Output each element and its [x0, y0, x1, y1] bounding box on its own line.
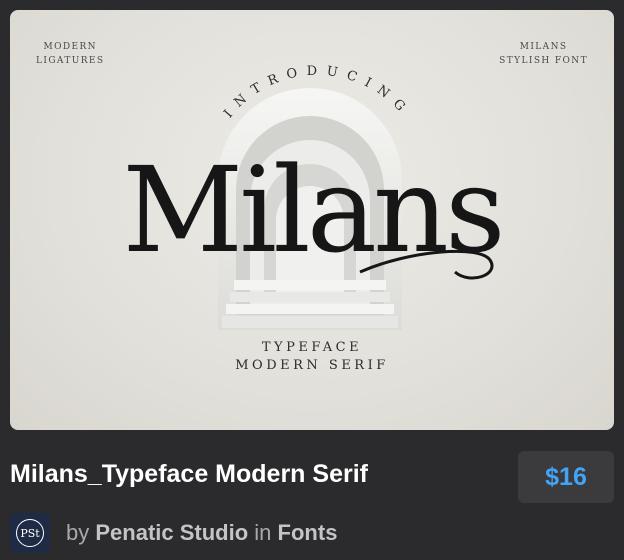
- font-wordmark: Milans: [122, 141, 505, 279]
- price-label: $16: [545, 462, 587, 491]
- author-link[interactable]: Penatic Studio: [95, 520, 248, 545]
- in-label: in: [254, 520, 272, 545]
- modern-serif-line: MODERN SERIF: [235, 358, 389, 373]
- product-title[interactable]: Milans_Typeface Modern Serif: [10, 460, 368, 489]
- author-byline: by Penatic Studio in Fonts: [66, 520, 337, 546]
- typeface-line: TYPEFACE: [261, 340, 363, 355]
- category-link[interactable]: Fonts: [278, 520, 338, 545]
- product-preview-image[interactable]: MODERN LIGATURES MILANS STYLISH FONT INT…: [10, 10, 614, 430]
- by-label: by: [66, 520, 90, 545]
- author-avatar[interactable]: PSt: [10, 513, 50, 553]
- avatar-text: PSt: [20, 526, 40, 540]
- avatar-logo-icon: PSt: [16, 519, 44, 547]
- price-button[interactable]: $16: [518, 451, 614, 503]
